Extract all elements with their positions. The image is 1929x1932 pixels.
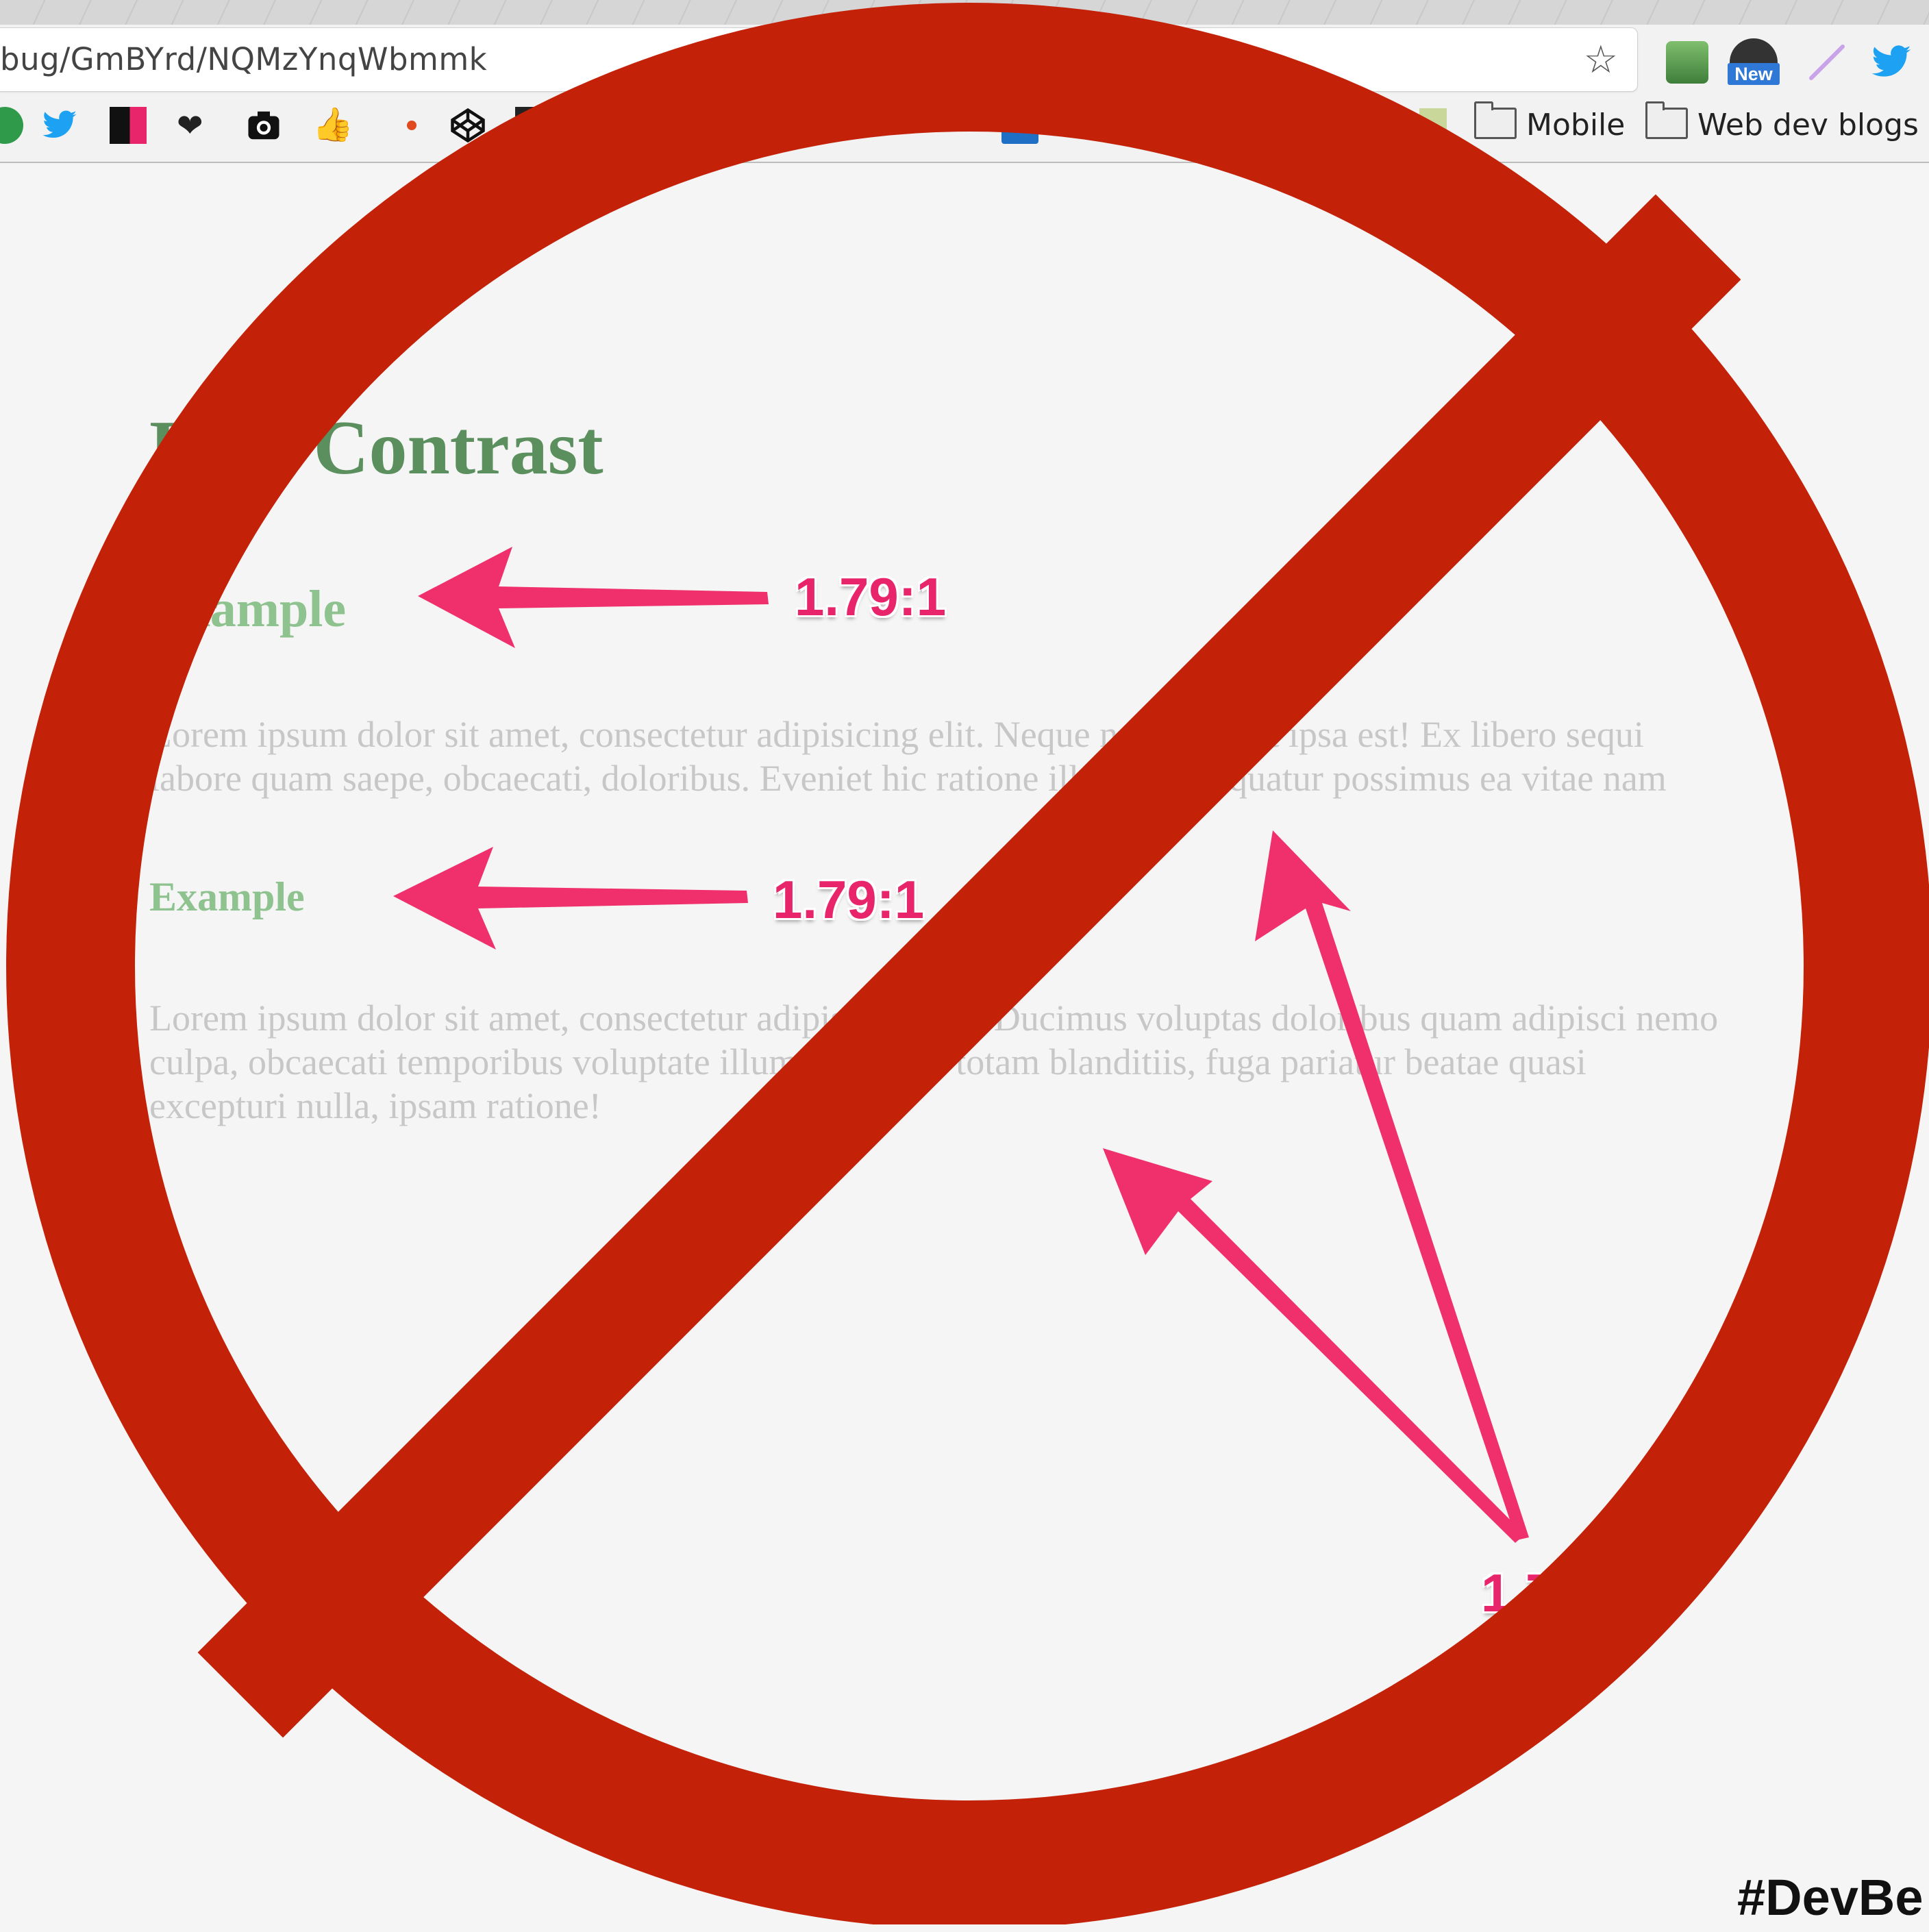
prohibition-sign-icon xyxy=(6,3,1929,1924)
hashtag-watermark: #DevBe xyxy=(1737,1869,1924,1926)
